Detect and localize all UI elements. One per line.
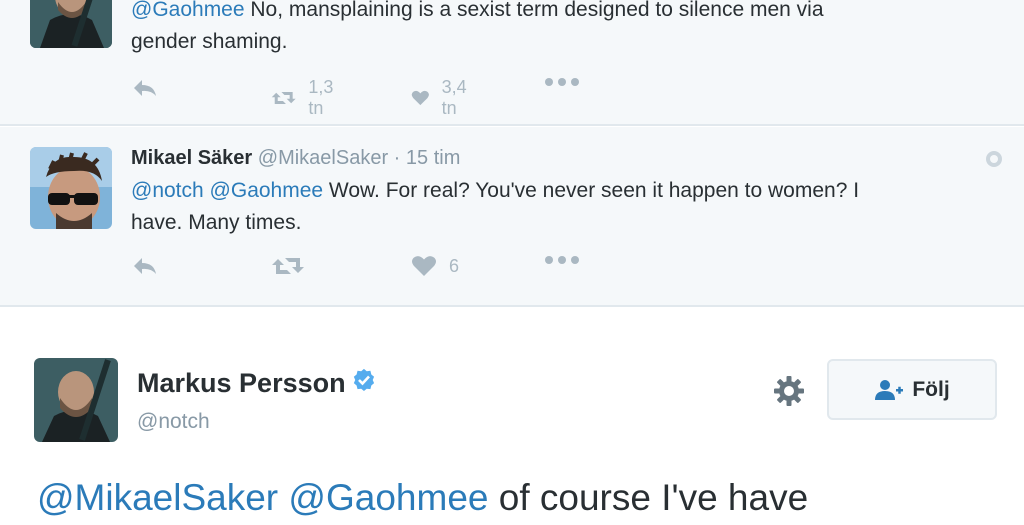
- more-dots-icon: [545, 256, 579, 264]
- author-handle[interactable]: @notch: [137, 410, 210, 434]
- avatar-mikaelsaker[interactable]: [30, 147, 112, 229]
- tweet-header: Mikael Säker @MikaelSaker · 15 tim: [131, 147, 461, 169]
- tweet-text: @Gaohmee No, mansplaining is a sexist te…: [131, 0, 824, 53]
- like-button[interactable]: 3,4 tn: [411, 77, 474, 119]
- mention-link[interactable]: @MikaelSaker: [37, 477, 278, 518]
- follow-label: Följ: [912, 377, 950, 401]
- reply-button[interactable]: [131, 255, 159, 277]
- heart-icon: [412, 256, 436, 276]
- avatar-notch-small[interactable]: [30, 0, 112, 48]
- retweet-button[interactable]: 1,3 tn: [271, 77, 342, 119]
- retweet-icon: [272, 258, 304, 274]
- heart-icon: [411, 90, 429, 106]
- mention-link[interactable]: @notch: [131, 179, 204, 202]
- twitter-thread-screenshot: @Gaohmee No, mansplaining is a sexist te…: [0, 0, 1024, 525]
- author-name[interactable]: Markus Persson: [137, 368, 376, 399]
- reply-icon: [134, 258, 156, 274]
- retweet-count: 1,3 tn: [308, 77, 334, 118]
- mention-link[interactable]: @Gaohmee: [210, 179, 324, 202]
- like-button[interactable]: 6: [411, 255, 459, 277]
- author-handle[interactable]: @MikaelSaker: [258, 147, 388, 169]
- verified-badge-icon: [352, 368, 376, 399]
- reply-tweet-notch[interactable]: @Gaohmee No, mansplaining is a sexist te…: [0, 0, 1024, 126]
- tweet-timestamp[interactable]: 15 tim: [406, 147, 460, 169]
- add-user-icon: [874, 379, 904, 401]
- author-name[interactable]: Mikael Säker: [131, 147, 252, 169]
- retweet-icon: [271, 92, 296, 104]
- gear-icon[interactable]: [772, 374, 806, 408]
- reply-tweet-mikaelsaker[interactable]: Mikael Säker @MikaelSaker · 15 tim @notc…: [0, 127, 1024, 307]
- globe-icon[interactable]: [984, 149, 1004, 169]
- more-button[interactable]: [544, 255, 580, 265]
- more-dots-icon: [545, 78, 579, 86]
- mention-link[interactable]: @Gaohmee: [288, 477, 488, 518]
- tweet-text: @notch @Gaohmee Wow. For real? You've ne…: [131, 179, 860, 234]
- retweet-button[interactable]: [271, 255, 305, 277]
- main-tweet-text: @MikaelSaker @Gaohmee of course I've hav…: [37, 477, 809, 518]
- reply-button[interactable]: [131, 77, 159, 99]
- more-button[interactable]: [544, 77, 580, 87]
- like-count: 6: [449, 255, 460, 276]
- reply-icon: [134, 80, 156, 96]
- follow-button[interactable]: Följ: [827, 359, 997, 420]
- avatar-notch[interactable]: [34, 358, 118, 442]
- like-count: 3,4 tn: [441, 77, 467, 118]
- mention-link[interactable]: @Gaohmee: [131, 0, 245, 21]
